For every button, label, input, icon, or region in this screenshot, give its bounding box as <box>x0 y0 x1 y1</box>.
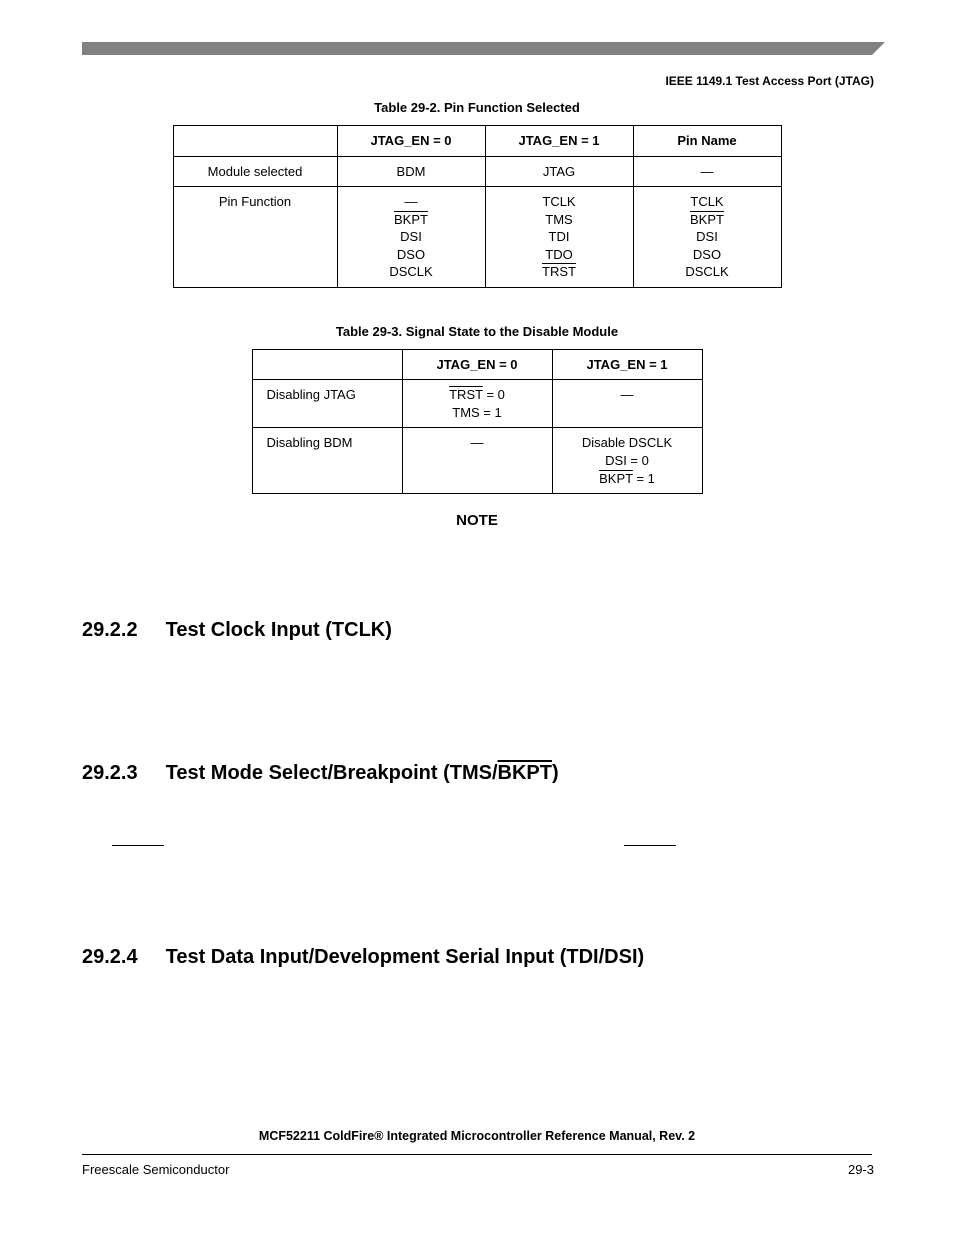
note-heading: NOTE <box>82 512 872 529</box>
table-header-cell: Pin Name <box>633 126 781 157</box>
table-cell: Disable DSCLKDSI = 0BKPT = 1 <box>552 428 702 494</box>
section-29-2-3: 29.2.3 Test Mode Select/Breakpoint (TMS/… <box>82 762 872 785</box>
table-header-row: JTAG_EN = 0 JTAG_EN = 1 <box>252 349 702 380</box>
page-content: Table 29-2. Pin Function Selected JTAG_E… <box>82 100 872 969</box>
section-title: Test Mode Select/Breakpoint (TMS/BKPT) <box>166 762 559 785</box>
table-cell: TCLKBKPTDSIDSODSCLK <box>633 187 781 288</box>
table-cell: Module selected <box>173 156 337 187</box>
indicator-bars <box>82 845 872 846</box>
table-header-cell: JTAG_EN = 1 <box>485 126 633 157</box>
section-number: 29.2.2 <box>82 619 138 642</box>
header-chapter-title: IEEE 1149.1 Test Access Port (JTAG) <box>665 74 874 88</box>
table-29-3-caption: Table 29-3. Signal State to the Disable … <box>82 324 872 339</box>
section-title: Test Clock Input (TCLK) <box>166 619 392 642</box>
page-number: 29-3 <box>848 1162 874 1177</box>
table-row: Disabling BDM — Disable DSCLKDSI = 0BKPT… <box>252 428 702 494</box>
section-number: 29.2.4 <box>82 946 138 969</box>
section-29-2-2: 29.2.2 Test Clock Input (TCLK) <box>82 619 872 642</box>
table-cell: —BKPTDSIDSODSCLK <box>337 187 485 288</box>
section-29-2-4: 29.2.4 Test Data Input/Development Seria… <box>82 946 872 969</box>
table-row: Pin Function —BKPTDSIDSODSCLK TCLKTMSTDI… <box>173 187 781 288</box>
table-cell: TRST = 0TMS = 1 <box>402 380 552 428</box>
bar-indicator <box>624 845 676 846</box>
footer-company: Freescale Semiconductor <box>82 1162 229 1177</box>
table-cell: Pin Function <box>173 187 337 288</box>
table-cell: — <box>633 156 781 187</box>
footer-divider <box>82 1154 872 1155</box>
section-title: Test Data Input/Development Serial Input… <box>166 946 645 969</box>
table-cell: — <box>552 380 702 428</box>
section-number: 29.2.3 <box>82 762 138 785</box>
table-header-cell: JTAG_EN = 1 <box>552 349 702 380</box>
table-header-row: JTAG_EN = 0 JTAG_EN = 1 Pin Name <box>173 126 781 157</box>
header-rule-taper <box>872 42 885 55</box>
table-cell: TCLKTMSTDITDOTRST <box>485 187 633 288</box>
table-row: Module selected BDM JTAG — <box>173 156 781 187</box>
table-cell: JTAG <box>485 156 633 187</box>
table-29-3: JTAG_EN = 0 JTAG_EN = 1 Disabling JTAG T… <box>252 349 703 494</box>
table-cell: — <box>402 428 552 494</box>
footer-manual-title: MCF52211 ColdFire® Integrated Microcontr… <box>82 1129 872 1143</box>
table-header-cell <box>252 349 402 380</box>
table-header-cell: JTAG_EN = 0 <box>337 126 485 157</box>
table-header-cell <box>173 126 337 157</box>
table-row: Disabling JTAG TRST = 0TMS = 1 — <box>252 380 702 428</box>
header-rule <box>82 42 872 55</box>
table-cell: Disabling BDM <box>252 428 402 494</box>
table-cell: Disabling JTAG <box>252 380 402 428</box>
bar-indicator <box>112 845 164 846</box>
table-cell: BDM <box>337 156 485 187</box>
table-header-cell: JTAG_EN = 0 <box>402 349 552 380</box>
table-29-2: JTAG_EN = 0 JTAG_EN = 1 Pin Name Module … <box>173 125 782 288</box>
table-29-2-caption: Table 29-2. Pin Function Selected <box>82 100 872 115</box>
